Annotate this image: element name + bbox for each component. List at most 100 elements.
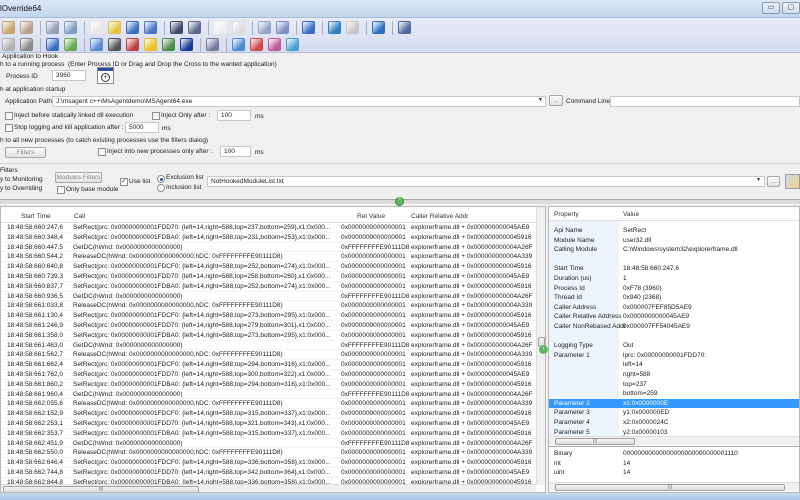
property-row[interactable]: Caller Relative Address 0x0000000000045AE…: [549, 312, 799, 322]
all-new-processes-radio-label[interactable]: h to all new processes (to catch existin…: [0, 137, 208, 144]
convert-icon[interactable]: [162, 38, 175, 51]
attach-icon[interactable]: [2, 21, 15, 34]
inject-new-after-checkbox[interactable]: [98, 148, 106, 156]
property-row[interactable]: Duration (us) 1: [549, 274, 799, 284]
filters-button[interactable]: Filters: [5, 147, 46, 158]
horizontal-scrollbar[interactable]: |||: [549, 436, 799, 445]
property-row[interactable]: left=14: [549, 360, 799, 370]
filter-edit-icon[interactable]: [268, 38, 281, 51]
table-row[interactable]: 18:48:58:661:960,4 GetDC(hWnd: 0x00000000…: [1, 390, 536, 400]
filter-icon[interactable]: [250, 38, 263, 51]
property-row[interactable]: Process Id 0xF78 (3960): [549, 284, 799, 294]
column-header-property[interactable]: Property: [554, 208, 579, 221]
property-row[interactable]: Start Time 18:48:58:660:247,6: [549, 264, 799, 274]
monitor-settings-icon[interactable]: [64, 21, 77, 34]
chevron-down-icon[interactable]: ▼: [756, 177, 761, 183]
clear-icon[interactable]: [2, 38, 15, 51]
horizontal-scrollbar[interactable]: |||: [1, 484, 536, 492]
table-row[interactable]: 18:48:58:662:451,9 GetDC(hWnd: 0x00000000…: [1, 439, 536, 449]
inject-new-after-input[interactable]: 100: [220, 146, 251, 157]
property-row[interactable]: Api Name SetRect: [549, 226, 799, 236]
expand-right-icon[interactable]: ›: [539, 345, 548, 354]
hook-options-icon[interactable]: [188, 21, 201, 34]
property-row[interactable]: Logging Type Out: [549, 341, 799, 351]
drag-cross-target-icon[interactable]: +: [97, 67, 114, 84]
property-row[interactable]: Parameter 2 x1:0x0000000E: [549, 398, 799, 409]
property-row[interactable]: [549, 255, 799, 265]
table-row[interactable]: 18:48:58:661:562,7 ReleaseDC(hWnd: 0x0000…: [1, 350, 536, 361]
table-row[interactable]: 18:48:58:661:463,0 GetDC(hWnd: 0x00000000…: [1, 341, 536, 351]
inject-before-checkbox[interactable]: [5, 112, 13, 120]
stop-icon[interactable]: [20, 38, 33, 51]
inclusion-list-radio[interactable]: [157, 184, 165, 192]
table-row[interactable]: 18:48:58:660:247,6 SetRect(prc: 0x0000000…: [1, 223, 536, 233]
save-as-icon[interactable]: [144, 21, 157, 34]
table-row[interactable]: 18:48:58:661:358,0 SetRect(prc: 0x0000000…: [1, 331, 536, 341]
table-row[interactable]: 18:48:58:661:860,2 SetRect(prc: 0x0000000…: [1, 380, 536, 390]
new-file-icon[interactable]: [90, 21, 103, 34]
module-list-file-combo[interactable]: NotHookedModuleList.txt: [207, 176, 765, 187]
table-row[interactable]: 18:48:58:660:640,8 SetRect(prc: 0x0000000…: [1, 262, 536, 272]
apply-to-monitoring-label[interactable]: y to Monitoring: [0, 176, 43, 183]
table-row[interactable]: 18:48:58:662:353,7 SetRect(prc: 0x0000000…: [1, 429, 536, 439]
no-entry-icon[interactable]: [180, 38, 193, 51]
scrollbar-thumb[interactable]: |||: [555, 438, 635, 445]
warning-icon[interactable]: [144, 38, 157, 51]
detail-row[interactable]: int 14: [549, 459, 799, 469]
open-folder-icon[interactable]: [108, 21, 121, 34]
maximize-button[interactable]: ▢: [782, 2, 800, 14]
monitor-icon[interactable]: [46, 21, 59, 34]
property-row[interactable]: Parameter 4 x2:0x0000024C: [549, 418, 799, 428]
table-row[interactable]: 18:48:58:660:837,7 SetRect(prc: 0x0000000…: [1, 282, 536, 292]
gear-icon[interactable]: [276, 21, 289, 34]
table-row[interactable]: 18:48:58:661:762,0 SetRect(prc: 0x0000000…: [1, 370, 536, 380]
apply-to-overriding-label[interactable]: y to Overriding: [0, 185, 42, 192]
only-base-module-checkbox[interactable]: [57, 186, 65, 194]
property-row[interactable]: right=588: [549, 370, 799, 380]
export-icon[interactable]: [64, 38, 77, 51]
edit-list-icon[interactable]: [785, 174, 800, 189]
web-icon[interactable]: [328, 21, 341, 34]
stop-logging-checkbox[interactable]: [5, 124, 13, 132]
network-icon[interactable]: [46, 38, 59, 51]
table-row[interactable]: 18:48:58:661:130,4 SetRect(prc: 0x0000000…: [1, 311, 536, 321]
table-row[interactable]: 18:48:58:660:447,5 GetDC(hWnd: 0x00000000…: [1, 243, 536, 253]
exclusion-list-radio[interactable]: [157, 175, 165, 183]
help-icon[interactable]: [302, 21, 315, 34]
scrollbar-thumb[interactable]: |||: [555, 484, 785, 491]
property-row[interactable]: bottom=259: [549, 389, 799, 399]
column-header-start-time[interactable]: Start Time: [21, 210, 51, 223]
process-id-input[interactable]: 3960: [52, 70, 86, 81]
table-row[interactable]: 18:48:58:662:152,9 SetRect(prc: 0x0000000…: [1, 409, 536, 419]
table-row[interactable]: 18:48:58:660:544,2 ReleaseDC(hWnd: 0x0000…: [1, 252, 536, 263]
table-row[interactable]: 18:48:58:660:348,4 SetRect(prc: 0x0000000…: [1, 233, 536, 243]
property-row[interactable]: Module Name user32.dll: [549, 236, 799, 246]
column-header-caller-relative-addr[interactable]: Caller Relative Addr: [411, 210, 468, 223]
column-header-call[interactable]: Call: [74, 210, 85, 223]
modules-filters-button[interactable]: Modules Filters: [55, 172, 102, 183]
sum-icon[interactable]: [206, 38, 219, 51]
column-header-ret-value[interactable]: Ret Value: [357, 210, 385, 223]
horizontal-scrollbar[interactable]: |||: [549, 482, 799, 491]
compare-icon[interactable]: [126, 38, 139, 51]
table-row[interactable]: 18:48:58:662:253,1 SetRect(prc: 0x0000000…: [1, 419, 536, 429]
email-icon[interactable]: [346, 21, 359, 34]
detach-icon[interactable]: [20, 21, 33, 34]
inject-only-after-checkbox[interactable]: [152, 112, 160, 120]
table-row[interactable]: 18:48:58:661:662,4 SetRect(prc: 0x0000000…: [1, 360, 536, 370]
paypal-icon[interactable]: [398, 21, 411, 34]
use-list-checkbox[interactable]: ✓: [120, 178, 128, 186]
running-process-radio-label[interactable]: h to a running process: [0, 61, 64, 68]
hook-icon[interactable]: [170, 21, 183, 34]
info-icon[interactable]: [372, 21, 385, 34]
table-row[interactable]: 18:48:58:660:936,5 GetDC(hWnd: 0x00000000…: [1, 292, 536, 302]
browse-app-button[interactable]: ...: [549, 95, 563, 106]
layout-icon[interactable]: [258, 21, 271, 34]
property-row[interactable]: Parameter 3 y1:0x000000ED: [549, 408, 799, 418]
column-header-value[interactable]: Value: [623, 208, 639, 221]
property-row[interactable]: Thread Id 0x940 (2368): [549, 293, 799, 303]
save-icon[interactable]: [126, 21, 139, 34]
table-row[interactable]: 18:48:58:662:055,6 ReleaseDC(hWnd: 0x0000…: [1, 399, 536, 410]
property-row[interactable]: Parameter 1 lprc: 0x00000000001FDD70:: [549, 351, 799, 361]
property-row[interactable]: Caller NonRebased Addr 0x000007FF54045AE9: [549, 322, 799, 332]
